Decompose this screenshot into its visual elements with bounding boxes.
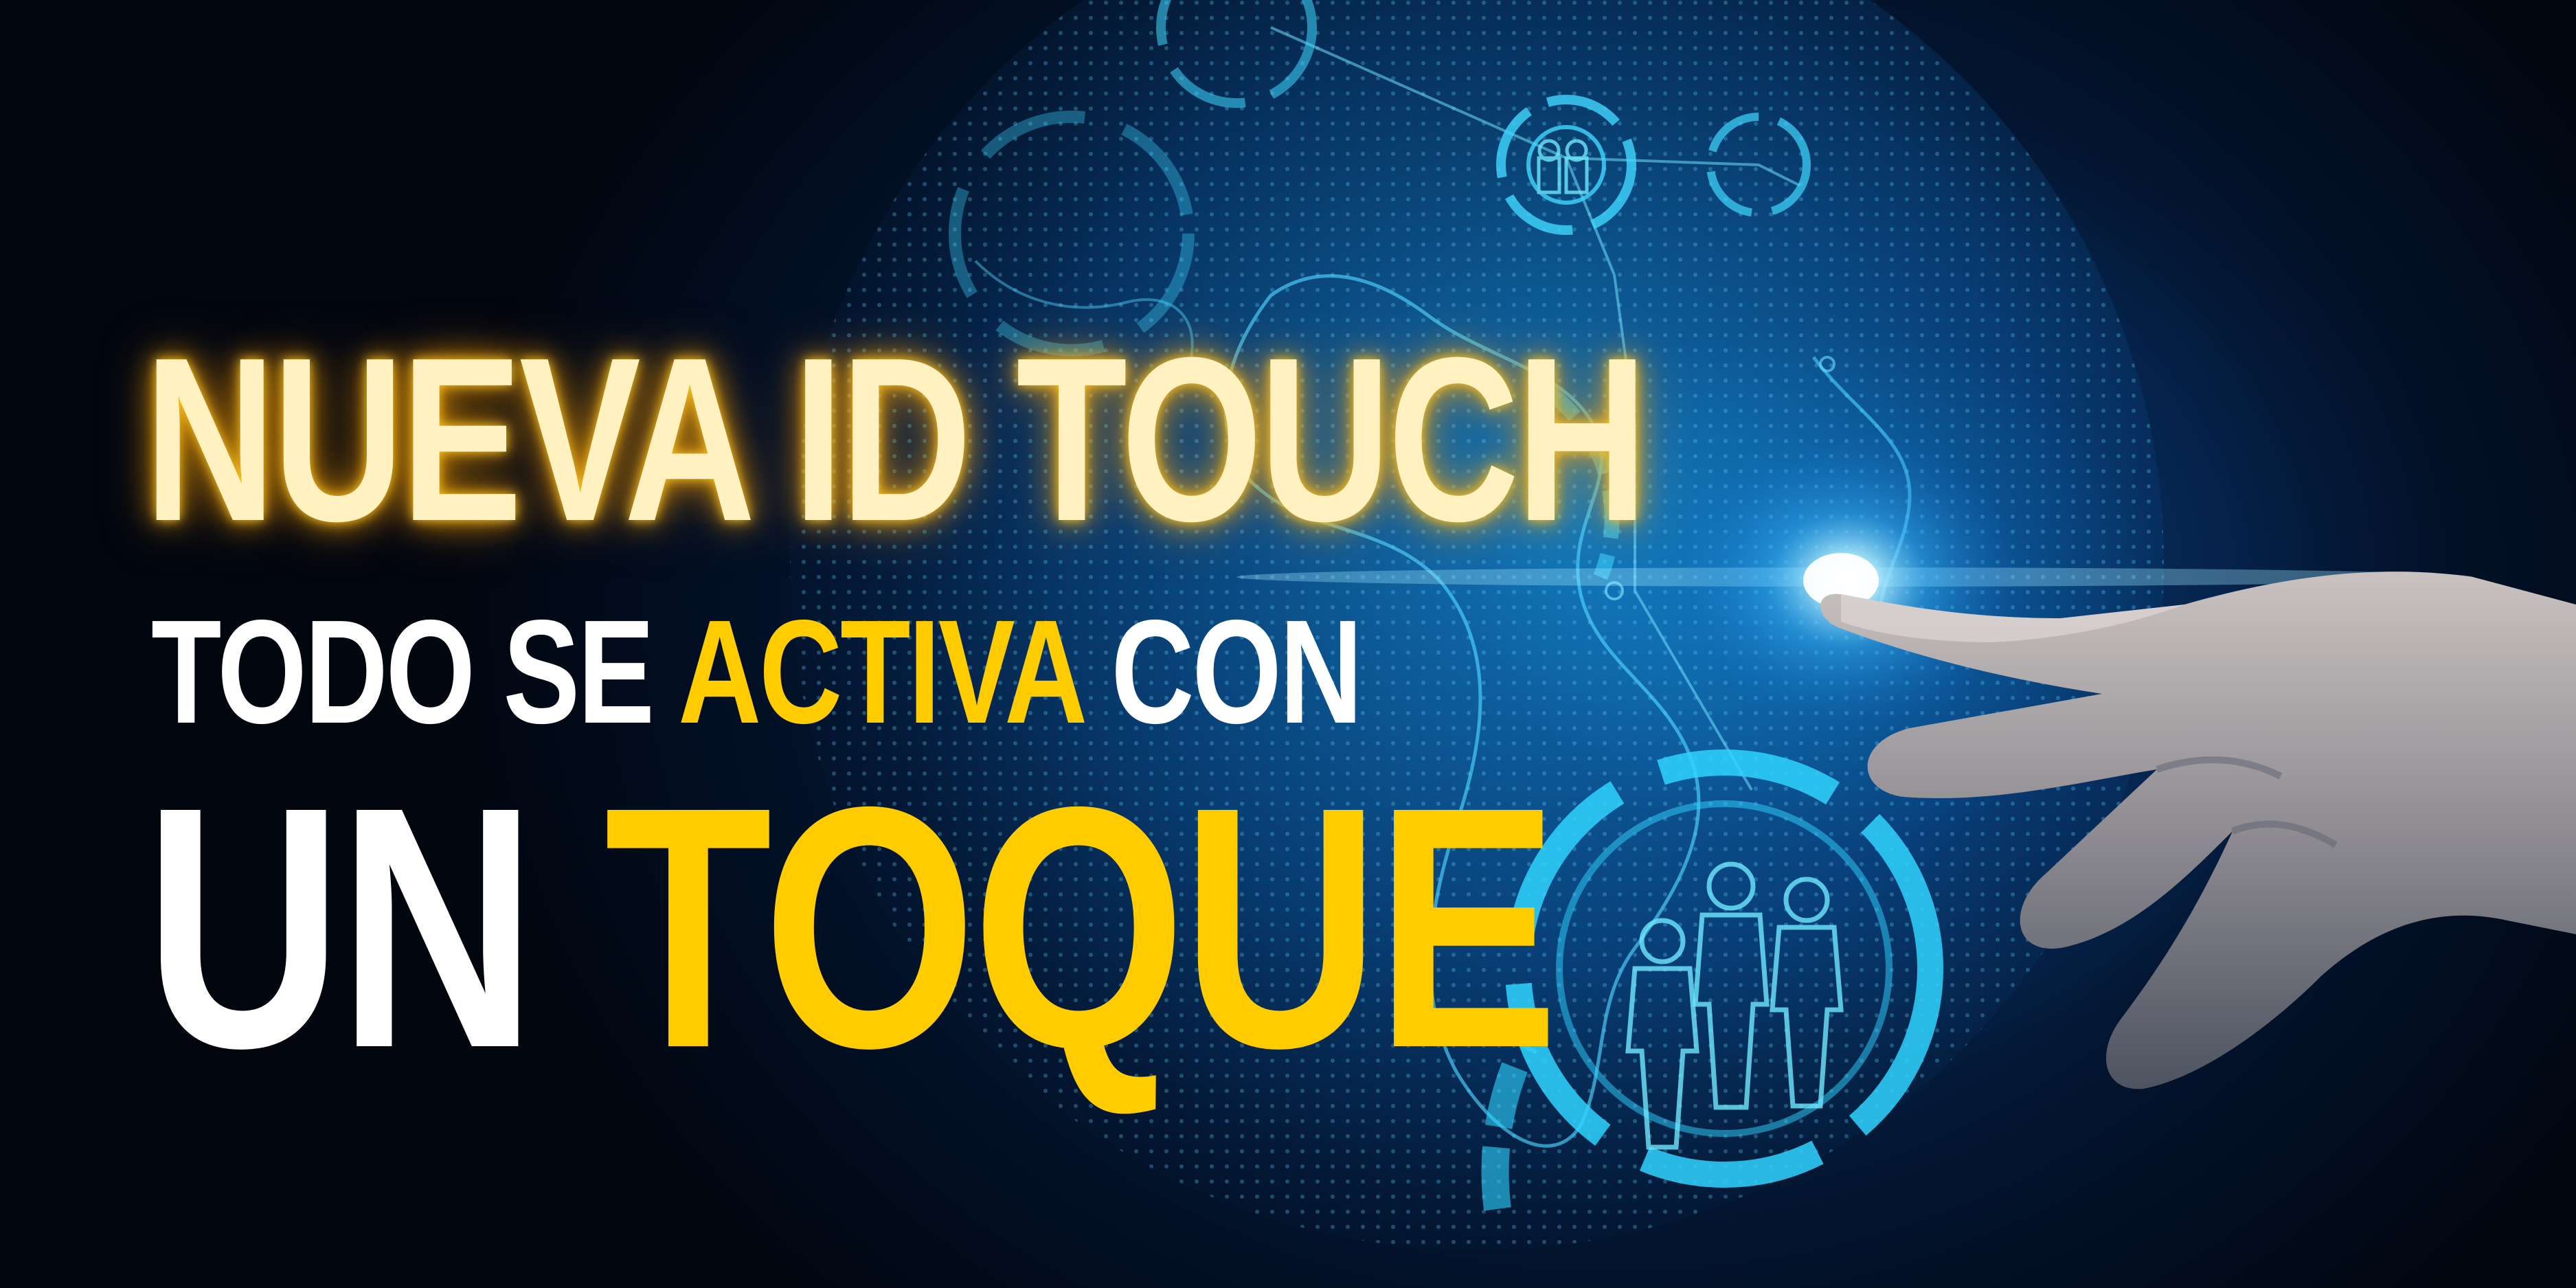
headline-subtitle: TODO SE ACTIVA CON: [151, 598, 1363, 745]
subtitle-part1: TODO SE: [151, 589, 679, 754]
banner: NUEVA ID TOUCH TODO SE ACTIVA CON UN TOQ…: [0, 0, 2576, 1288]
headline-tagline: UN TOQUE: [144, 756, 1559, 1099]
subtitle-part2: CON: [1081, 589, 1362, 754]
subtitle-highlight: ACTIVA: [678, 589, 1083, 754]
headline-title: NUEVA ID TOUCH: [144, 309, 1648, 570]
tagline-highlight: TOQUE: [604, 735, 1559, 1119]
tagline-part1: UN: [144, 735, 605, 1119]
